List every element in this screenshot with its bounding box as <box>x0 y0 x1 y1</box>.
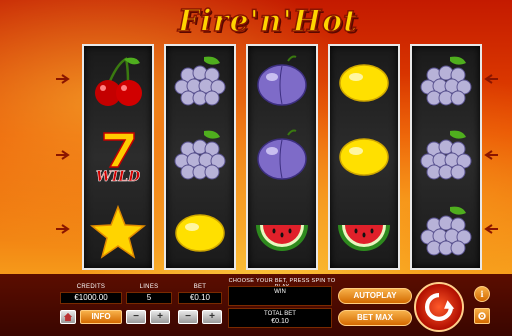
line-indicator-right-1 <box>484 74 498 84</box>
win-label: WIN <box>274 289 286 295</box>
line-indicator-right-3 <box>484 224 498 234</box>
spin-button[interactable] <box>414 282 464 332</box>
reel-4 <box>328 44 400 270</box>
home-icon <box>63 312 73 322</box>
grapes-icon <box>174 130 226 180</box>
symbol-cherries <box>84 46 152 120</box>
gear-icon <box>478 312 486 320</box>
plum-icon <box>257 55 307 106</box>
symbol-plum <box>248 46 316 120</box>
watermelon-icon <box>338 225 390 251</box>
grapes-icon <box>420 206 472 256</box>
symbol-grapes <box>412 120 480 194</box>
symbol-grapes <box>166 120 234 194</box>
plum-icon <box>257 129 307 180</box>
lemon-icon <box>175 214 225 252</box>
game-logo: Fire'n'Hot <box>177 3 358 40</box>
symbol-seven-wild: WILD <box>84 120 152 194</box>
symbol-watermelon <box>248 196 316 270</box>
autoplay-button[interactable]: AUTOPLAY <box>338 288 412 304</box>
info-button[interactable]: INFO <box>80 310 122 324</box>
line-indicator-left-2 <box>56 150 70 160</box>
credits-value: €1000.00 <box>60 292 122 304</box>
settings-button[interactable] <box>474 308 490 324</box>
info-circle-button[interactable]: i <box>474 286 490 302</box>
line-indicator-right-2 <box>484 150 498 160</box>
seven-icon: WILD <box>96 132 141 185</box>
symbol-watermelon <box>330 196 398 270</box>
grapes-icon <box>420 56 472 106</box>
symbol-grapes <box>412 46 480 120</box>
credits-label: CREDITS <box>76 284 106 290</box>
win-box: WIN <box>228 286 332 306</box>
bet-max-button[interactable]: BET MAX <box>338 310 412 326</box>
watermelon-icon <box>256 225 308 251</box>
line-indicator-left-3 <box>56 224 70 234</box>
symbol-grapes <box>412 196 480 270</box>
home-button[interactable] <box>60 310 76 324</box>
reel-1: WILD <box>82 44 154 270</box>
symbol-lemon <box>330 46 398 120</box>
total-bet-label: TOTAL BET <box>264 311 296 317</box>
reel-2 <box>164 44 236 270</box>
symbol-grapes <box>166 46 234 120</box>
lines-plus-button[interactable]: + <box>150 310 170 324</box>
bet-minus-button[interactable]: − <box>178 310 198 324</box>
grapes-icon <box>420 130 472 180</box>
symbol-plum <box>248 120 316 194</box>
lines-value: 5 <box>126 292 172 304</box>
lines-minus-button[interactable]: − <box>126 310 146 324</box>
lemon-icon <box>339 138 389 176</box>
total-bet-value: €0.10 <box>271 318 289 325</box>
symbol-lemon <box>330 120 398 194</box>
cherries-icon <box>95 57 142 106</box>
symbol-star <box>84 196 152 270</box>
bet-value: €0.10 <box>178 292 222 304</box>
spin-arrow-icon <box>425 292 455 321</box>
lines-label: LINES <box>139 284 159 290</box>
lemon-icon <box>339 64 389 102</box>
line-indicator-left-1 <box>56 74 70 84</box>
reel-5 <box>410 44 482 270</box>
reels-area: WILD <box>72 44 482 270</box>
bet-label: BET <box>193 284 207 290</box>
reel-3 <box>246 44 318 270</box>
total-bet-box: TOTAL BET €0.10 <box>228 308 332 328</box>
grapes-icon <box>174 56 226 106</box>
bet-plus-button[interactable]: + <box>202 310 222 324</box>
symbol-lemon <box>166 196 234 270</box>
star-icon <box>89 204 147 259</box>
wild-label: WILD <box>96 169 141 185</box>
